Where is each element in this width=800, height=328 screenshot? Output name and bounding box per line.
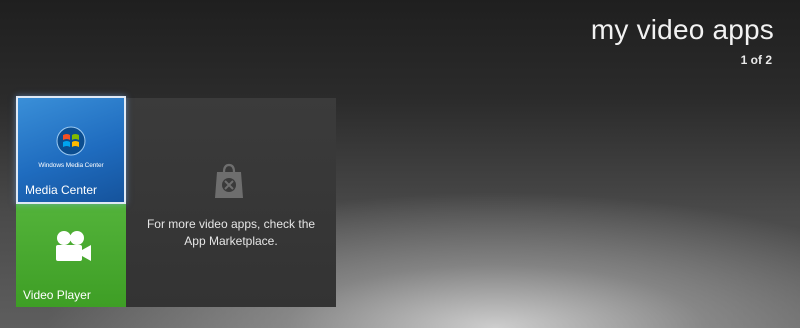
shopping-bag-icon [215,163,243,198]
video-camera-icon [56,231,91,261]
video-player-tile[interactable]: Video Player [16,204,126,307]
video-player-label: Video Player [23,288,91,302]
windows-media-center-wordmark: Windows Media Center [38,162,104,169]
media-center-label: Media Center [25,183,98,197]
page-counter: 1 of 2 [740,53,772,67]
marketplace-message: For more video apps, check the App Marke… [146,217,316,248]
app-marketplace-tile[interactable]: For more video apps, check the App Marke… [126,98,336,307]
windows-logo-icon [56,126,86,156]
page-title: my video apps [590,14,774,45]
media-center-tile[interactable]: Windows Media Center Media Center [16,96,126,204]
